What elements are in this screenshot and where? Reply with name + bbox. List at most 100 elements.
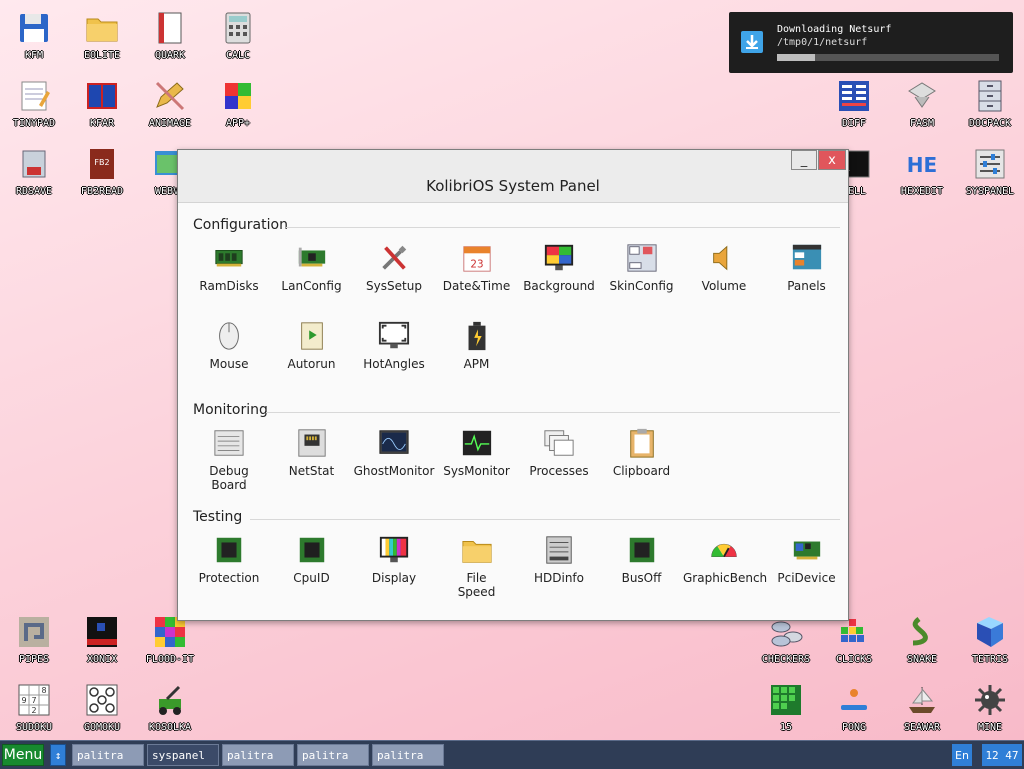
- desktop-icon-app-[interactable]: APP+: [204, 72, 272, 136]
- chip-icon: [212, 533, 246, 567]
- desktop-icon-kfm[interactable]: KFM: [0, 4, 68, 68]
- clipboard-icon: [625, 426, 659, 460]
- desktop-icon-quark[interactable]: QUARK: [136, 4, 204, 68]
- desktop-icon-xonix[interactable]: XONIX: [68, 608, 136, 672]
- panel-item-syssetup[interactable]: SysSetup: [353, 241, 435, 293]
- desktop-icon-label: CHECKERS: [761, 654, 811, 665]
- desktop-icon-tetris[interactable]: TETRIS: [956, 608, 1024, 672]
- desktop-icon-diff[interactable]: DIFF: [820, 72, 888, 136]
- desktop-icon-label: MINE: [977, 722, 1003, 733]
- panel-item-volume[interactable]: Volume: [683, 241, 765, 293]
- section-divider: [250, 519, 840, 520]
- panel-item-background[interactable]: Background: [518, 241, 600, 293]
- panel-item-label: BusOff: [621, 571, 662, 585]
- panel-item-processes[interactable]: Processes: [518, 426, 600, 478]
- desktop-icon-pong[interactable]: PONG: [820, 676, 888, 740]
- swap-button[interactable]: ↕: [50, 744, 66, 766]
- sudoku-icon: 8 972: [16, 682, 52, 718]
- panel-item-label: SysMonitor: [443, 464, 510, 478]
- desktop-icon-seawar[interactable]: SEAWAR: [888, 676, 956, 740]
- progress-fill: [777, 54, 815, 61]
- panel-item-file-speed[interactable]: File Speed: [436, 533, 518, 599]
- pci-card-icon: [790, 533, 824, 567]
- panel-item-label: Protection: [198, 571, 260, 585]
- desktop-icon-pipes[interactable]: PIPES: [0, 608, 68, 672]
- taskbar-item-palitra[interactable]: palitra: [297, 744, 369, 766]
- desktop-icon-snake[interactable]: SNAKE: [888, 608, 956, 672]
- panel-item-sysmonitor[interactable]: SysMonitor: [436, 426, 518, 478]
- clock[interactable]: 12 47: [982, 744, 1022, 766]
- desktop-icon-label: XONIX: [86, 654, 118, 665]
- panel-item-display[interactable]: Display: [353, 533, 435, 585]
- language-indicator[interactable]: En: [952, 744, 972, 766]
- desktop-icon-label: CALC: [225, 50, 251, 61]
- panel-item-lanconfig[interactable]: LanConfig: [271, 241, 353, 293]
- panel-item-skinconfig[interactable]: SkinConfig: [601, 241, 683, 293]
- desktop-icon-kfar[interactable]: KFAR: [68, 72, 136, 136]
- desktop-icon-docpack[interactable]: DOCPACK: [956, 72, 1024, 136]
- desktop-icon-rdsave[interactable]: RDSAVE: [0, 140, 68, 204]
- desktop-icon-syspanel[interactable]: SYSPANEL: [956, 140, 1024, 204]
- diff-icon: [836, 78, 872, 114]
- panel-item-date-time[interactable]: 23 Date&Time: [436, 241, 518, 293]
- gauge-icon: [707, 533, 741, 567]
- taskbar-item-palitra[interactable]: palitra: [72, 744, 144, 766]
- desktop-icon-eolite[interactable]: EOLITE: [68, 4, 136, 68]
- panel-item-pcidevice[interactable]: PciDevice: [766, 533, 848, 585]
- desktop-icon-15[interactable]: 15: [752, 676, 820, 740]
- panel-item-clipboard[interactable]: Clipboard: [601, 426, 683, 478]
- debug-window-icon: [212, 426, 246, 460]
- desktop-icon-label: FASM: [909, 118, 935, 129]
- panel-item-hotangles[interactable]: HotAngles: [353, 319, 435, 371]
- panel-item-autorun[interactable]: Autorun: [271, 319, 353, 371]
- panel-item-busoff[interactable]: BusOff: [601, 533, 683, 585]
- save-icon: [16, 146, 52, 182]
- desktop-icon-gomoku[interactable]: GOMOKU: [68, 676, 136, 740]
- desktop-icon-fb2read[interactable]: FB2 FB2READ: [68, 140, 136, 204]
- panel-item-ghostmonitor[interactable]: GhostMonitor: [353, 426, 435, 478]
- desktop-icon-hexedit[interactable]: HE HEXEDIT: [888, 140, 956, 204]
- panel-item-label: Autorun: [287, 357, 336, 371]
- desktop-icon-kosolka[interactable]: KOSOLKA: [136, 676, 204, 740]
- desktop-icon-animage[interactable]: ANIMAGE: [136, 72, 204, 136]
- oscilloscope-icon: [377, 426, 411, 460]
- desktop-icon-label: QUARK: [154, 50, 186, 61]
- panel-item-apm[interactable]: APM: [436, 319, 518, 371]
- panel-item-label: NetStat: [288, 464, 335, 478]
- panel-item-cpuid[interactable]: CpuID: [271, 533, 353, 585]
- section-divider: [266, 412, 840, 413]
- panel-item-graphicbench[interactable]: GraphicBench: [683, 533, 768, 585]
- menu-button[interactable]: Menu: [2, 744, 44, 766]
- mouse-icon: [212, 319, 246, 353]
- panel-item-label: GraphicBench: [683, 571, 768, 585]
- desktop-icon-fasm[interactable]: FASM: [888, 72, 956, 136]
- minimize-button[interactable]: _: [791, 150, 817, 170]
- panel-item-debug-board[interactable]: Debug Board: [188, 426, 270, 492]
- desktop-icon-label: CLICKS: [835, 654, 873, 665]
- taskbar-item-syspanel[interactable]: syspanel: [147, 744, 219, 766]
- pipes-icon: [16, 614, 52, 650]
- download-notification[interactable]: Downloading Netsurf /tmp0/1/netsurf: [729, 12, 1013, 73]
- notification-path: /tmp0/1/netsurf: [777, 37, 868, 48]
- desktop-icon-label: GOMOKU: [83, 722, 121, 733]
- panel-item-netstat[interactable]: NetStat: [271, 426, 353, 478]
- taskbar-item-palitra[interactable]: palitra: [222, 744, 294, 766]
- taskbar-item-palitra[interactable]: palitra: [372, 744, 444, 766]
- panel-item-hddinfo[interactable]: HDDinfo: [518, 533, 600, 585]
- panel-item-label: Panels: [787, 279, 826, 293]
- panel-item-protection[interactable]: Protection: [188, 533, 270, 585]
- notepad-icon: [16, 78, 52, 114]
- download-progress-bar: [777, 54, 999, 61]
- panel-item-panels[interactable]: Panels: [766, 241, 848, 293]
- desktop-icon-tinypad[interactable]: TINYPAD: [0, 72, 68, 136]
- close-button[interactable]: x: [818, 150, 846, 170]
- panel-item-label: RamDisks: [199, 279, 259, 293]
- panel-item-mouse[interactable]: Mouse: [188, 319, 270, 371]
- desktop-icon-mine[interactable]: MINE: [956, 676, 1024, 740]
- panel-item-label: Debug Board: [209, 464, 249, 492]
- panel-item-ramdisks[interactable]: RamDisks: [188, 241, 270, 293]
- section-monitoring: Monitoring: [193, 402, 268, 418]
- desktop-icon-calc[interactable]: CALC: [204, 4, 272, 68]
- window-titlebar[interactable]: _ x KolibriOS System Panel: [178, 150, 848, 203]
- desktop-icon-sudoku[interactable]: 8 9 7 2 SUDOKU: [0, 676, 68, 740]
